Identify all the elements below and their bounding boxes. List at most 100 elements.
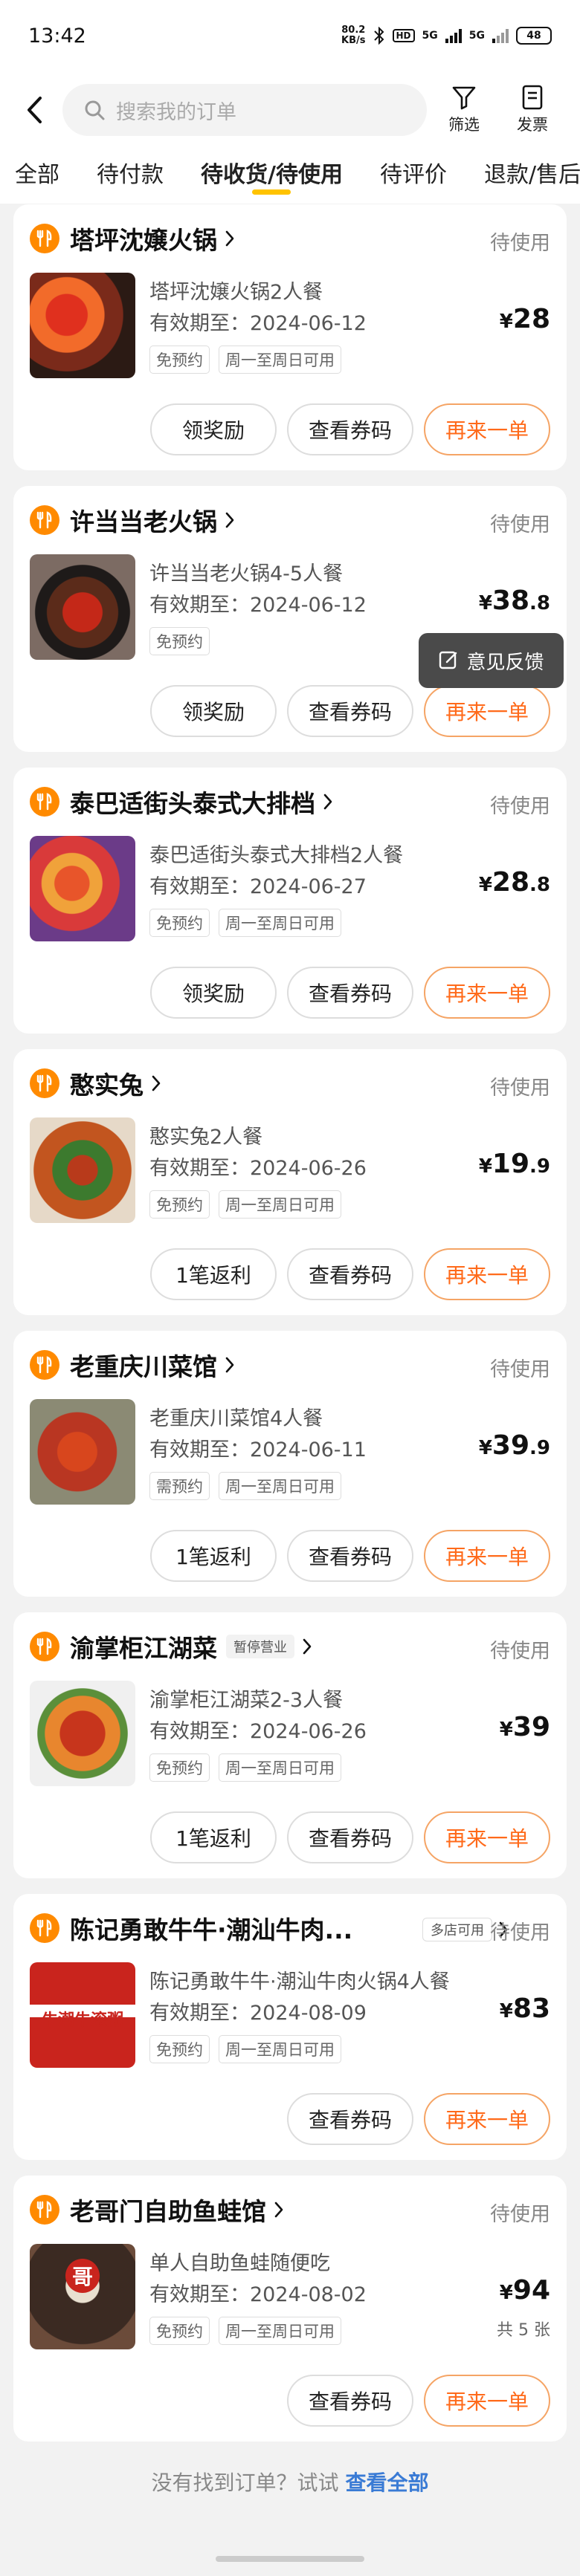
filter-label: 筛选 <box>448 116 480 134</box>
restaurant-icon <box>30 1350 59 1380</box>
reorder-button[interactable]: 再来一单 <box>424 967 550 1019</box>
order-status: 待使用 <box>490 2203 550 2226</box>
multi-store-badge[interactable]: 多店可用 <box>422 1918 492 1941</box>
status-time: 13:42 <box>28 24 86 48</box>
order-card[interactable]: 许当当老火锅 待使用 许当当老火锅4-5人餐 有效期至：2024-06-12 免预约 ¥3… <box>13 486 567 752</box>
view-voucher-button[interactable]: 查看券码 <box>287 1811 413 1863</box>
order-actions: 1笔返利 查看券码 再来一单 <box>150 1811 550 1863</box>
deal-tag: 免预约 <box>149 909 210 937</box>
order-actions: 领奖励 查看券码 再来一单 <box>150 967 550 1019</box>
reorder-button[interactable]: 再来一单 <box>424 685 550 737</box>
home-indicator[interactable] <box>216 2556 364 2562</box>
deal-expiry: 有效期至：2024-08-09 <box>149 2002 367 2025</box>
shop-row[interactable]: 许当当老火锅 <box>30 502 235 538</box>
view-voucher-button[interactable]: 查看券码 <box>287 1530 413 1582</box>
deal-tag: 免预约 <box>149 2317 210 2345</box>
voucher-count: 共 5 张 <box>497 2321 550 2340</box>
claim-reward-button[interactable]: 领奖励 <box>150 967 277 1019</box>
filter-button[interactable]: 筛选 <box>433 85 495 135</box>
deal-price: ¥38.8 <box>478 585 550 616</box>
shop-row[interactable]: 塔坪沈嬢火锅 <box>30 221 235 256</box>
deal-thumbnail[interactable]: 哥 <box>30 2244 135 2349</box>
restaurant-icon <box>30 1068 59 1098</box>
deal-thumbnail[interactable] <box>30 1117 135 1223</box>
deal-tag: 周一至周日可用 <box>219 909 341 937</box>
restaurant-icon <box>30 1632 59 1661</box>
invoice-button[interactable]: 发票 <box>501 85 564 135</box>
view-voucher-button[interactable]: 查看券码 <box>287 2093 413 2145</box>
shop-row[interactable]: 老重庆川菜馆 <box>30 1347 235 1383</box>
rebate-button[interactable]: 1笔返利 <box>150 1530 277 1582</box>
rebate-button[interactable]: 1笔返利 <box>150 1248 277 1300</box>
deal-price: ¥19.9 <box>478 1149 550 1179</box>
shop-row[interactable]: 陈记勇敢牛牛·潮汕牛肉... <box>30 1910 352 1946</box>
view-all-link[interactable]: 查看全部 <box>345 2470 428 2495</box>
tab-refund[interactable]: 退款/售后 <box>484 149 580 204</box>
status-bar: 13:42 80.2 KB/s HD 5G 5G 48 <box>0 0 580 71</box>
view-voucher-button[interactable]: 查看券码 <box>287 2375 413 2427</box>
order-actions: 领奖励 查看券码 再来一单 <box>150 403 550 455</box>
order-card[interactable]: 老哥门自助鱼蛙馆 待使用哥 单人自助鱼蛙随便吃 有效期至：2024-08-02 免预约周… <box>13 2176 567 2442</box>
reorder-button[interactable]: 再来一单 <box>424 403 550 455</box>
view-voucher-button[interactable]: 查看券码 <box>287 403 413 455</box>
deal-title: 陈记勇敢牛牛·潮汕牛肉火锅4人餐 <box>149 1970 450 1993</box>
deal-thumbnail[interactable] <box>30 1399 135 1505</box>
deal-tag: 周一至周日可用 <box>219 1753 341 1782</box>
deal-tags: 免预约 <box>149 627 210 655</box>
reorder-button[interactable]: 再来一单 <box>424 2375 550 2427</box>
deal-tag: 周一至周日可用 <box>219 1472 341 1500</box>
tab-all[interactable]: 全部 <box>15 149 59 204</box>
chevron-right-icon <box>225 230 234 247</box>
tab-to-review[interactable]: 待评价 <box>380 149 447 204</box>
shop-row[interactable]: 泰巴适街头泰式大排档 <box>30 784 333 820</box>
network-speed: 80.2 KB/s <box>341 25 366 46</box>
reorder-button[interactable]: 再来一单 <box>424 1530 550 1582</box>
hd-icon: HD <box>392 29 415 42</box>
back-button[interactable] <box>16 92 52 128</box>
shop-row[interactable]: 渝掌柜江湖菜 暂停营业 <box>30 1629 312 1664</box>
feedback-button[interactable]: 意见反馈 <box>419 633 564 688</box>
order-card[interactable]: 泰巴适街头泰式大排档 待使用 泰巴适街头泰式大排档2人餐 有效期至：2024-06-2… <box>13 768 567 1034</box>
deal-thumbnail[interactable]: 牛潮牛滚粥 <box>30 1962 135 2068</box>
chevron-right-icon <box>225 512 234 528</box>
order-card[interactable]: 老重庆川菜馆 待使用 老重庆川菜馆4人餐 有效期至：2024-06-11 需预约 周一至周… <box>13 1331 567 1597</box>
shop-name: 老重庆川菜馆 <box>70 1352 217 1381</box>
reorder-button[interactable]: 再来一单 <box>424 1811 550 1863</box>
view-voucher-button[interactable]: 查看券码 <box>287 685 413 737</box>
deal-expiry: 有效期至：2024-06-11 <box>149 1438 367 1461</box>
shop-name: 泰巴适街头泰式大排档 <box>70 789 315 818</box>
claim-reward-button[interactable]: 领奖励 <box>150 685 277 737</box>
order-status: 待使用 <box>490 1358 550 1381</box>
shop-row[interactable]: 老哥门自助鱼蛙馆 <box>30 2192 284 2228</box>
deal-thumbnail[interactable] <box>30 836 135 941</box>
claim-reward-button[interactable]: 领奖励 <box>150 403 277 455</box>
status-icons: 80.2 KB/s HD 5G 5G 48 <box>341 25 552 46</box>
deal-thumbnail[interactable] <box>30 554 135 660</box>
signal-icon <box>445 28 462 43</box>
deal-tags: 需预约 周一至周日可用 <box>149 1472 341 1500</box>
deal-thumbnail[interactable] <box>30 1681 135 1786</box>
deal-expiry: 有效期至：2024-06-12 <box>149 594 367 617</box>
thumbnail-caption: 哥 <box>65 2259 100 2293</box>
rebate-button[interactable]: 1笔返利 <box>150 1811 277 1863</box>
order-card[interactable]: 陈记勇敢牛牛·潮汕牛肉... 多店可用 待使用 牛潮牛滚粥 陈记勇敢牛牛·潮汕牛肉火锅4… <box>13 1894 567 2160</box>
order-card[interactable]: 憨实兔 待使用 憨实兔2人餐 有效期至：2024-06-26 免预约 周一至周日可用 ¥19… <box>13 1049 567 1315</box>
restaurant-icon <box>30 2195 59 2225</box>
deal-title: 单人自助鱼蛙随便吃 <box>149 2252 330 2275</box>
order-card[interactable]: 渝掌柜江湖菜 暂停营业 待使用 渝掌柜江湖菜2-3人餐 有效期至：2024-06-26 免… <box>13 1612 567 1878</box>
shop-name: 陈记勇敢牛牛·潮汕牛肉... <box>70 1915 353 1944</box>
reorder-button[interactable]: 再来一单 <box>424 2093 550 2145</box>
tab-to-use[interactable]: 待收货/待使用 <box>201 149 343 204</box>
shop-row[interactable]: 憨实兔 <box>30 1065 161 1101</box>
tab-pending-payment[interactable]: 待付款 <box>97 149 164 204</box>
deal-expiry: 有效期至：2024-06-26 <box>149 1157 367 1180</box>
shop-status-badge: 暂停营业 <box>226 1635 294 1658</box>
reorder-button[interactable]: 再来一单 <box>424 1248 550 1300</box>
order-card[interactable]: 塔坪沈嬢火锅 待使用 塔坪沈嬢火锅2人餐 有效期至：2024-06-12 免预约 周一至周… <box>13 204 567 470</box>
search-input[interactable]: 搜索我的订单 <box>62 84 427 136</box>
view-voucher-button[interactable]: 查看券码 <box>287 967 413 1019</box>
view-voucher-button[interactable]: 查看券码 <box>287 1248 413 1300</box>
deal-tags: 免预约 周一至周日可用 <box>149 2035 341 2063</box>
deal-tags: 免预约 周一至周日可用 <box>149 909 341 937</box>
deal-thumbnail[interactable] <box>30 273 135 378</box>
